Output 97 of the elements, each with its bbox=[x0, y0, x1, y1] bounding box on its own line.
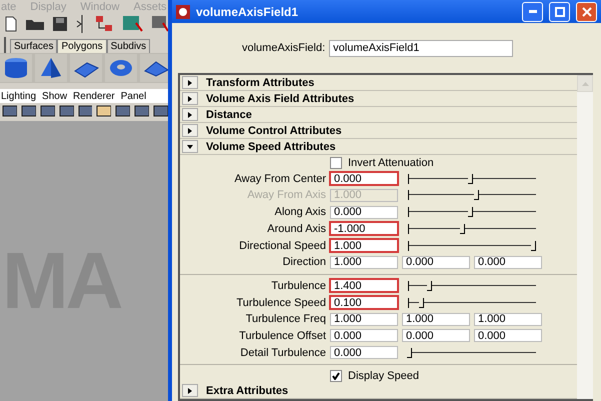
folder-icon bbox=[25, 17, 44, 31]
scrollbar[interactable] bbox=[577, 75, 593, 399]
expand-toggle[interactable] bbox=[182, 124, 198, 138]
section-title: Extra Attributes bbox=[206, 384, 288, 396]
menu-item[interactable]: Renderer bbox=[73, 90, 115, 102]
section-title: Transform Attributes bbox=[206, 76, 314, 89]
section-header[interactable]: Transform Attributes bbox=[180, 75, 577, 92]
close-button[interactable] bbox=[576, 2, 597, 22]
value-field[interactable]: -1.000 bbox=[330, 222, 398, 236]
value-field[interactable]: 1.400 bbox=[330, 279, 398, 292]
section-header[interactable]: Volume Control Attributes bbox=[180, 123, 577, 140]
section-title: Volume Control Attributes bbox=[206, 124, 342, 137]
cylinder-icon bbox=[3, 57, 29, 79]
menu-item[interactable]: Lighting bbox=[1, 90, 36, 102]
app-icon bbox=[176, 4, 190, 19]
attribute-label: Turbulence Offset bbox=[238, 330, 326, 342]
window-title: volumeAxisField1 bbox=[196, 4, 300, 19]
attribute-label: Direction bbox=[282, 256, 326, 268]
slider-track[interactable] bbox=[408, 298, 536, 308]
hierarchy-icon bbox=[94, 15, 114, 33]
slider-track[interactable] bbox=[408, 280, 536, 291]
cone-icon bbox=[38, 57, 64, 79]
value-field[interactable]: 0.000 bbox=[474, 329, 542, 342]
value-field[interactable]: 0.000 bbox=[402, 329, 470, 342]
section-header[interactable]: Volume Axis Field Attributes bbox=[180, 91, 577, 108]
value-field[interactable]: 0.000 bbox=[330, 172, 398, 186]
menu-item[interactable]: Show bbox=[42, 90, 68, 102]
triangle-right-icon bbox=[187, 96, 193, 102]
shelf-tab[interactable]: Surfaces bbox=[10, 39, 58, 53]
expand-toggle[interactable] bbox=[182, 76, 198, 90]
minimize-icon bbox=[528, 10, 536, 14]
slider-track[interactable] bbox=[408, 207, 536, 218]
expand-toggle[interactable] bbox=[182, 140, 198, 154]
value-field[interactable]: 1.000 bbox=[402, 312, 470, 326]
menu-item[interactable]: Panel bbox=[120, 90, 146, 102]
attribute-label: Around Axis bbox=[266, 222, 326, 235]
shelf-tab[interactable]: Polygons bbox=[57, 39, 107, 53]
attribute-label: Turbulence bbox=[270, 280, 326, 292]
triangle-down-icon bbox=[187, 144, 193, 150]
attribute-label: Turbulence Freq bbox=[244, 313, 326, 326]
value-field[interactable]: 1.000 bbox=[474, 312, 542, 326]
maximize-icon bbox=[554, 6, 564, 17]
maximize-button[interactable] bbox=[549, 2, 570, 22]
close-icon bbox=[582, 6, 592, 17]
attribute-label: Directional Speed bbox=[238, 240, 326, 252]
attribute-label: Along Axis bbox=[274, 206, 326, 218]
section-title: Distance bbox=[206, 108, 252, 121]
document-icon bbox=[4, 16, 18, 32]
attribute-label: Away From Axis bbox=[246, 189, 326, 202]
value-field[interactable]: 0.100 bbox=[330, 296, 398, 310]
checkbox[interactable] bbox=[330, 370, 342, 382]
value-field[interactable]: 0.000 bbox=[330, 206, 398, 219]
slider-track[interactable] bbox=[408, 174, 536, 184]
value-field[interactable]: 0.000 bbox=[330, 329, 398, 342]
value-field[interactable]: 0.000 bbox=[330, 346, 398, 360]
torus-icon bbox=[108, 57, 134, 79]
attribute-label: Away From Center bbox=[234, 172, 326, 185]
triangle-right-icon bbox=[187, 112, 193, 118]
check-icon bbox=[332, 372, 340, 380]
save-icon bbox=[52, 16, 68, 32]
triangle-right-icon bbox=[187, 80, 193, 86]
value-field[interactable]: 0.000 bbox=[474, 256, 542, 269]
section-header[interactable]: Distance bbox=[180, 107, 577, 124]
attribute-label: Detail Turbulence bbox=[239, 346, 326, 359]
section-title: Volume Axis Field Attributes bbox=[206, 92, 354, 105]
shelf-button[interactable] bbox=[0, 54, 32, 82]
shelf-button[interactable] bbox=[70, 54, 102, 82]
select-icon bbox=[150, 15, 168, 33]
select-icon bbox=[122, 15, 143, 33]
slider-track[interactable] bbox=[408, 240, 536, 251]
value-field[interactable]: 0.000 bbox=[402, 256, 470, 269]
field-label: volumeAxisField: bbox=[242, 42, 326, 54]
expand-toggle[interactable] bbox=[182, 384, 198, 397]
section-header[interactable]: Extra Attributes bbox=[180, 383, 577, 399]
expand-toggle[interactable] bbox=[182, 108, 198, 122]
chevron-up-icon bbox=[582, 82, 588, 86]
slider-track[interactable] bbox=[408, 224, 536, 234]
triangle-right-icon bbox=[187, 128, 193, 134]
slider-track[interactable] bbox=[408, 190, 536, 200]
slider-track[interactable] bbox=[408, 348, 536, 358]
attribute-label: Turbulence Speed bbox=[236, 296, 326, 309]
shelf-button[interactable] bbox=[35, 54, 67, 82]
minimize-button[interactable] bbox=[522, 2, 543, 22]
value-field[interactable]: 1.000 bbox=[330, 239, 398, 252]
checkbox-label: Invert Attenuation bbox=[348, 156, 434, 169]
name-field[interactable]: volumeAxisField1 bbox=[329, 40, 514, 57]
checkbox[interactable] bbox=[330, 156, 342, 169]
shelf-button[interactable] bbox=[140, 54, 168, 82]
section-title: Volume Speed Attributes bbox=[206, 140, 336, 153]
value-field[interactable]: 1.000 bbox=[330, 256, 398, 269]
shelf-tab[interactable]: Subdivs bbox=[106, 39, 150, 53]
value-field[interactable]: 1.000 bbox=[330, 312, 398, 326]
triangle-right-icon bbox=[187, 388, 193, 394]
expand-toggle[interactable] bbox=[182, 92, 198, 106]
checkbox-label: Display Speed bbox=[348, 370, 419, 382]
shelf-button[interactable] bbox=[105, 54, 137, 82]
section-header[interactable]: Volume Speed Attributes bbox=[180, 139, 577, 156]
